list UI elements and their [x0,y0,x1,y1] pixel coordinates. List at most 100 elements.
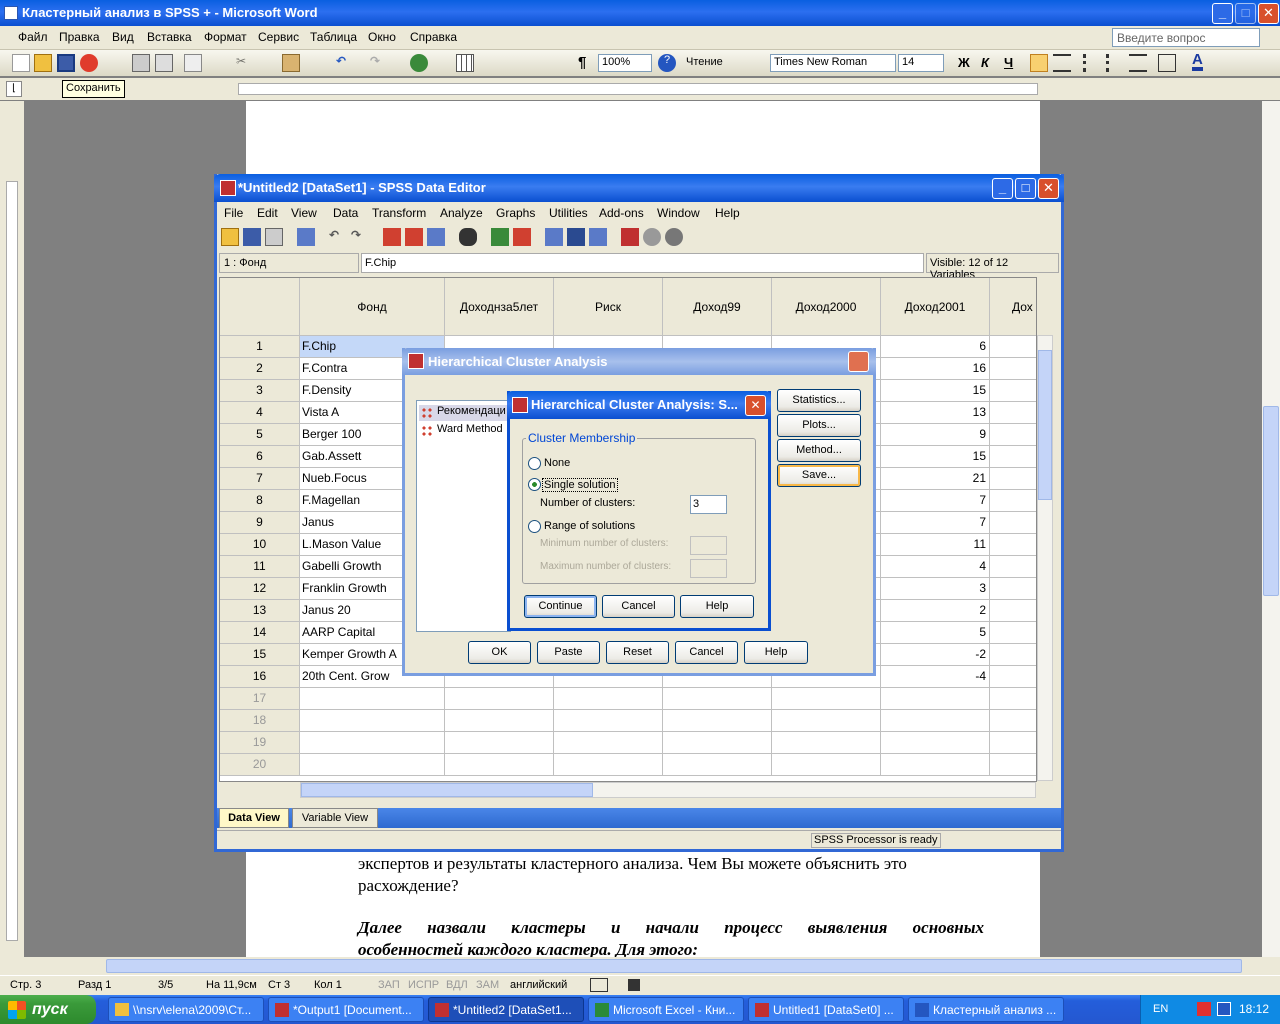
hca-list-item[interactable]: Рекомендаци [419,405,511,421]
word-horizontal-scrollbar[interactable] [0,957,1280,975]
font-color-icon[interactable]: A [1192,52,1203,71]
data-cell[interactable] [554,710,663,732]
data-cell[interactable] [554,732,663,754]
data-cell[interactable]: 4 [881,556,990,578]
column-header[interactable]: Доход2001 [881,278,990,336]
pilcrow-icon[interactable]: ¶ [578,54,596,72]
row-header[interactable]: 4 [220,402,300,424]
word-vertical-scrollbar[interactable] [1262,101,1280,957]
zoom-select[interactable]: 100% [598,54,652,72]
tray-app-icon[interactable] [1197,1002,1211,1016]
data-cell[interactable]: 13 [881,402,990,424]
data-cell[interactable] [772,754,881,776]
scroll-thumb[interactable] [1263,406,1279,596]
borders-icon[interactable] [1158,54,1176,72]
data-cell[interactable] [990,754,1036,776]
data-cell[interactable] [990,380,1036,402]
status-ovr[interactable]: ЗАМ [476,979,499,991]
row-header[interactable]: 11 [220,556,300,578]
spss-undo-icon[interactable]: ↶ [329,228,347,246]
help-icon[interactable]: ? [658,54,676,72]
word-menu-window[interactable]: Окно [368,30,396,44]
grid-hscroll-thumb[interactable] [301,783,593,797]
data-cell[interactable] [990,358,1036,380]
row-header[interactable]: 9 [220,512,300,534]
data-cell[interactable] [554,688,663,710]
method-button[interactable]: Method... [777,439,861,462]
row-header[interactable]: 10 [220,534,300,556]
data-cell[interactable] [445,710,554,732]
font-size-select[interactable]: 14 [898,54,944,72]
row-header[interactable]: 5 [220,424,300,446]
word-menu-table[interactable]: Таблица [310,30,357,44]
print-preview-icon[interactable] [155,54,173,72]
spss-split-file-icon[interactable] [545,228,563,246]
hca-title-bar[interactable]: Hierarchical Cluster Analysis [402,348,876,375]
none-radio-label[interactable]: None [544,457,570,469]
data-cell[interactable] [990,534,1036,556]
spss-menu-edit[interactable]: Edit [257,206,278,220]
data-cell[interactable] [663,754,772,776]
data-cell[interactable] [990,556,1036,578]
spss-show-all-icon[interactable] [665,228,683,246]
redo-icon[interactable]: ↷ [370,54,388,72]
row-header[interactable]: 18 [220,710,300,732]
spss-insert-case-icon[interactable] [491,228,509,246]
spss-select-cases-icon[interactable] [589,228,607,246]
data-cell[interactable] [445,688,554,710]
word-close-button[interactable]: ✕ [1258,3,1279,24]
row-header[interactable]: 8 [220,490,300,512]
save-dialog-title-bar[interactable]: Hierarchical Cluster Analysis: S... ✕ [507,391,771,419]
data-cell[interactable] [990,710,1036,732]
data-cell[interactable] [990,644,1036,666]
spss-menu-file[interactable]: File [224,206,243,220]
data-cell[interactable]: 5 [881,622,990,644]
data-cell[interactable] [445,754,554,776]
row-header[interactable]: 13 [220,600,300,622]
data-cell[interactable]: 2 [881,600,990,622]
reading-mode-button[interactable]: Чтение [686,56,723,68]
word-menu-insert[interactable]: Вставка [147,30,192,44]
single-solution-label[interactable]: Single solution [542,478,618,492]
data-cell[interactable]: -2 [881,644,990,666]
task-output1[interactable]: *Output1 [Document... [268,997,424,1022]
hca-help-button[interactable]: Help [744,641,808,664]
plots-button[interactable]: Plots... [777,414,861,437]
h-scroll-track[interactable] [106,959,1242,973]
statistics-button[interactable]: Statistics... [777,389,861,412]
status-ext[interactable]: ВДЛ [446,979,468,991]
data-cell[interactable] [881,688,990,710]
column-header[interactable]: Дох [990,278,1036,336]
bullets-icon[interactable] [1106,54,1124,72]
single-solution-radio[interactable] [528,478,541,491]
data-cell[interactable] [990,666,1036,688]
task-untitled2[interactable]: *Untitled2 [DataSet1... [428,997,584,1022]
cell-editor[interactable]: F.Chip [361,253,924,273]
spss-redo-icon[interactable]: ↷ [351,228,369,246]
save-cancel-button[interactable]: Cancel [602,595,675,618]
ok-button[interactable]: OK [468,641,531,664]
row-header[interactable]: 12 [220,578,300,600]
bold-button[interactable]: Ж [958,55,970,70]
row-header[interactable]: 20 [220,754,300,776]
spelling-icon[interactable] [184,54,202,72]
print-icon[interactable] [132,54,150,72]
spss-print-icon[interactable] [265,228,283,246]
data-cell[interactable] [990,600,1036,622]
paste-button[interactable]: Paste [537,641,600,664]
data-cell[interactable]: 3 [881,578,990,600]
data-cell[interactable]: 6 [881,336,990,358]
align-left-icon[interactable] [1030,54,1048,72]
open-folder-icon[interactable] [34,54,52,72]
spss-maximize-button[interactable]: □ [1015,178,1036,199]
data-cell[interactable] [881,710,990,732]
data-cell[interactable]: 7 [881,512,990,534]
task-excel[interactable]: Microsoft Excel - Кни... [588,997,744,1022]
align-center-icon[interactable] [1053,54,1071,72]
grid-horizontal-scrollbar[interactable] [300,782,1036,798]
hca-variable-list[interactable]: Рекомендаци Ward Method [416,400,511,632]
tray-network-icon[interactable] [1217,1002,1231,1016]
document-text[interactable]: экспертов и результаты кластерного анали… [358,853,988,961]
new-document-icon[interactable] [12,54,30,72]
row-header[interactable]: 14 [220,622,300,644]
